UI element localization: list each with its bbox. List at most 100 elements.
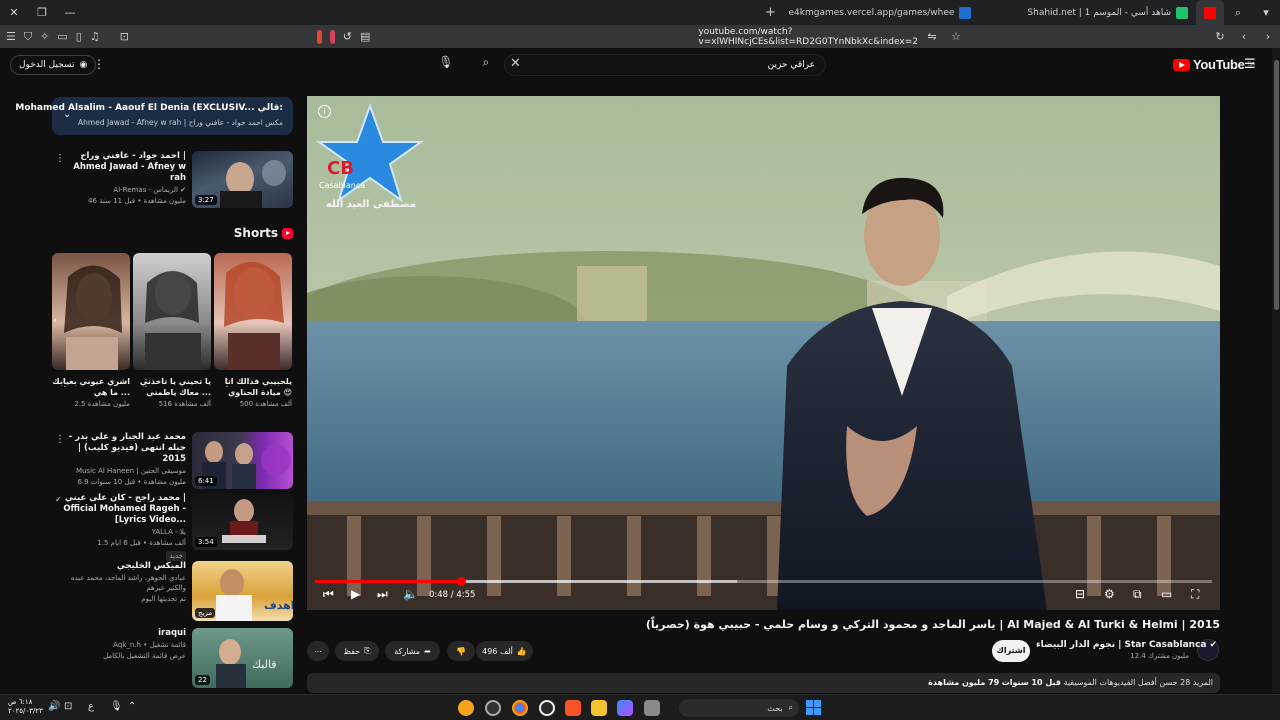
short-thumbnail[interactable] — [133, 253, 211, 370]
bookmark-icon[interactable]: ☆ — [950, 30, 962, 43]
playlist-owner[interactable]: Aqk_n.h • قائمة تشغيل — [56, 640, 186, 650]
share-button[interactable]: مشاركة ➦ — [385, 641, 440, 661]
back-icon[interactable]: ‹ — [1238, 30, 1250, 43]
next-icon[interactable]: ⏭ — [377, 587, 388, 602]
playlist-thumbnail[interactable]: قالبك 22 — [192, 628, 293, 688]
guide-menu-icon[interactable]: ☰ — [1244, 57, 1256, 72]
chevron-down-icon[interactable]: ⌄ — [63, 109, 71, 120]
short-thumbnail[interactable] — [214, 253, 292, 370]
tray-overflow-icon[interactable]: ⌃ — [128, 701, 136, 712]
microphone-icon[interactable]: 🎙 — [110, 701, 123, 712]
recommended-playlist[interactable]: قالبك 22 iraqui Aqk_n.h • قائمة تشغيل عر… — [52, 628, 293, 688]
wallet-icon[interactable]: ▭ — [57, 30, 67, 43]
channel-name[interactable]: Al-Remas - الريماس ✔ — [56, 185, 186, 195]
network-icon[interactable]: ⊡ — [64, 701, 72, 712]
address-bar[interactable]: youtube.com/watch?v=xlWHINcjCEs&list=RD2… — [378, 27, 918, 47]
file-explorer-icon[interactable] — [591, 700, 607, 716]
view-full-playlist-link[interactable]: عرض قائمة التشغيل بالكامل — [56, 651, 186, 661]
mix-title[interactable]: الميكس الخليجي — [56, 561, 186, 572]
new-tab-icon[interactable]: + — [761, 5, 781, 20]
recommended-mix[interactable]: اهدف مزيج الميكس الخليجي عبادي الجوهر، ر… — [52, 561, 293, 621]
tab-search-icon[interactable]: ⌕ — [1224, 6, 1252, 20]
tab-games[interactable]: e4kmgames.vercel.app/games/whee — [781, 0, 980, 25]
taskbar-search[interactable]: بحث ⌕ — [679, 699, 799, 717]
extensions-icon[interactable]: ✧ — [40, 30, 49, 43]
subtitles-icon[interactable]: ⊟ — [1075, 587, 1085, 601]
window-close-icon[interactable]: ✕ — [0, 6, 28, 19]
video-thumbnail[interactable]: 6:41 — [192, 432, 293, 489]
youtube-logo[interactable]: YouTube SA — [1173, 57, 1255, 72]
mix-thumbnail[interactable]: اهدف مزيج — [192, 561, 293, 621]
tab-youtube[interactable] — [1196, 0, 1224, 25]
screenshot-icon[interactable]: ⊡ — [120, 30, 129, 43]
channel-name[interactable]: نجوم الدار البيضاء | Star Casablanca ✔ — [1036, 640, 1217, 650]
brave-shield-icon[interactable] — [316, 29, 322, 44]
recommended-video[interactable]: 3:54 محمد راجح - كان على عيني | Official… — [52, 493, 293, 561]
more-options-icon[interactable]: ⋮ — [141, 378, 151, 389]
channel-name[interactable]: YALLA - يلا — [56, 527, 186, 537]
video-thumbnail[interactable]: 3:54 — [192, 493, 293, 550]
video-title[interactable]: محمد عبد الجبار و علي بدر - حبله انتهى (… — [56, 432, 186, 465]
voice-search-icon[interactable]: 🎙 — [436, 55, 456, 75]
more-actions-button[interactable]: ⋯ — [307, 641, 329, 661]
miniplayer-icon[interactable]: ⧉ — [1133, 587, 1142, 602]
window-minimize-icon[interactable]: — — [56, 6, 84, 19]
channel-name[interactable]: Music Al Haneen | موسيقى الحنين — [56, 466, 186, 476]
reader-mode-icon[interactable]: ▤ — [360, 30, 370, 43]
chrome-icon[interactable] — [512, 700, 528, 716]
forward-icon[interactable]: › — [1262, 30, 1274, 43]
menu-icon[interactable]: ☰ — [6, 30, 16, 43]
shield-icon[interactable]: ⛉ — [24, 30, 32, 44]
recommended-video[interactable]: 3:27 احمد جواد - عافني وراح | Ahmed Jawa… — [52, 151, 293, 209]
short-thumbnail[interactable] — [52, 253, 130, 370]
search-icon[interactable]: ⌕ — [476, 55, 496, 75]
subscribe-button[interactable]: اشتراك — [992, 640, 1030, 662]
language-icon[interactable]: ع — [88, 701, 94, 712]
video-player[interactable]: i CB Casablanca مصطفى العبد الله ⏮ ▶ ⏭ 🔈… — [307, 96, 1220, 610]
save-icon[interactable]: ✓ — [55, 495, 62, 504]
fullscreen-icon[interactable]: ⛶ — [1191, 587, 1199, 602]
brave-icon[interactable] — [565, 700, 581, 716]
sign-in-button[interactable]: تسجيل الدخول ◉ — [10, 55, 97, 75]
playlist-title[interactable]: iraqui — [56, 628, 186, 639]
recommended-video[interactable]: 6:41 محمد عبد الجبار و علي بدر - حبله ان… — [52, 432, 293, 490]
previous-icon[interactable]: ⏮ — [323, 587, 334, 602]
window-restore-icon[interactable]: ❐ — [28, 6, 56, 19]
copilot-icon[interactable] — [617, 700, 633, 716]
save-button[interactable]: حفظ ⎘ — [335, 641, 379, 661]
sidebar-icon[interactable]: ▯ — [76, 30, 82, 43]
like-button[interactable]: 496 ألف 👍 — [476, 641, 533, 661]
more-options-icon[interactable]: ⋮ — [93, 57, 105, 71]
video-title[interactable]: محمد راجح - كان على عيني | Official Moha… — [56, 493, 186, 526]
app-gear-icon[interactable] — [539, 700, 555, 716]
music-icon[interactable]: ♫ — [90, 30, 100, 43]
tab-shahid[interactable]: Shahid.net | شاهد أسي - الموسم 1 — [1019, 0, 1196, 25]
site-settings-icon[interactable]: ⇋ — [926, 30, 938, 43]
clear-search-icon[interactable]: ✕ — [510, 56, 521, 71]
more-options-icon[interactable]: ⋮ — [222, 378, 232, 389]
more-options-icon[interactable]: ⋮ — [55, 153, 65, 164]
video-thumbnail[interactable]: 3:27 — [192, 151, 293, 208]
more-options-icon[interactable]: ⋮ — [60, 378, 70, 389]
progress-bar[interactable] — [315, 577, 1212, 586]
window-menu-icon[interactable]: ▾ — [1252, 6, 1280, 19]
taskbar-clock[interactable]: ٦:١٨ ص ٢٠٢٥/٠٣/٢٣ — [8, 698, 43, 716]
windows-start-icon[interactable] — [806, 700, 821, 715]
volume-icon[interactable]: 🔈 — [403, 587, 418, 601]
dislike-button[interactable]: 👎 — [447, 641, 475, 661]
volume-icon[interactable]: 🔊 — [48, 701, 60, 712]
description-box[interactable]: المزيد 28 حسن أفضل الفيديوهات الموسيقية … — [307, 673, 1220, 693]
reload-icon[interactable]: ↻ — [1214, 30, 1226, 43]
reload-page-icon[interactable]: ↺ — [343, 30, 352, 43]
settings-gear-icon[interactable]: ⚙ — [1104, 587, 1115, 601]
settings-gear-icon[interactable] — [485, 700, 501, 716]
chrome-canary-icon[interactable] — [458, 700, 474, 716]
mix-playlist-header[interactable]: Mohamed Alsalim - Aaouf El Denia (EXCLUS… — [15, 97, 293, 135]
search-input[interactable]: عراقي حزين — [504, 54, 826, 76]
video-title[interactable]: احمد جواد - عافني وراح | Ahmed Jawad - A… — [56, 151, 186, 184]
shorts-previous-icon[interactable]: ‹ — [48, 316, 62, 330]
rewards-icon[interactable] — [329, 29, 335, 44]
task-view-icon[interactable] — [644, 700, 660, 716]
theater-mode-icon[interactable]: ▭ — [1161, 587, 1172, 601]
more-options-icon[interactable]: ⋮ — [55, 434, 65, 445]
